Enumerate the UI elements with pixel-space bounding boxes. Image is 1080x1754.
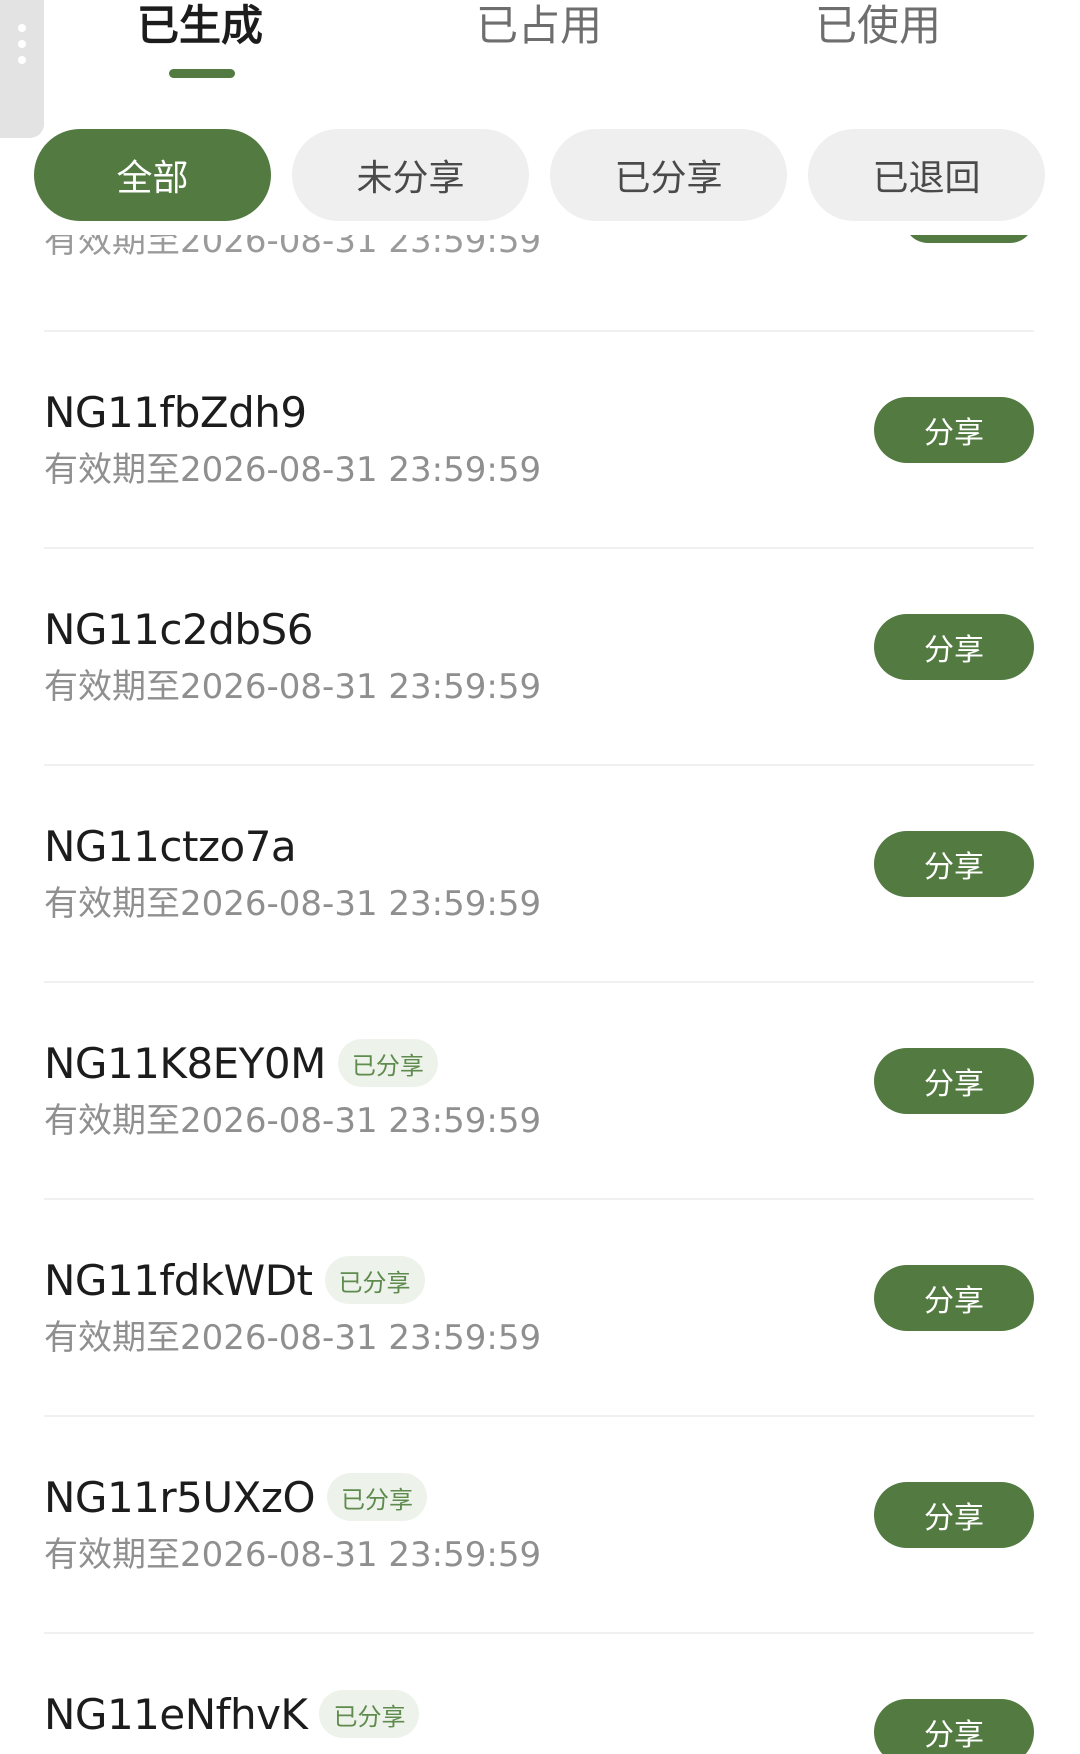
expiry-text: 有效期至2026-08-31 23:59:59 [44, 1535, 542, 1575]
tab-used[interactable]: 已使用 [758, 0, 998, 52]
share-button[interactable]: 分享 [874, 397, 1034, 463]
expiry-text: 有效期至2026-08-31 23:59:59 [44, 450, 542, 490]
code-line: NG11eNfhvK 已分享 [44, 1686, 420, 1742]
share-button[interactable] [904, 235, 1034, 243]
tab-generated[interactable]: 已生成 [80, 0, 320, 52]
divider [44, 1198, 1034, 1200]
shared-status-badge: 已分享 [324, 1256, 425, 1304]
coupon-code: NG11eNfhvK [44, 1689, 308, 1739]
divider [44, 981, 1034, 983]
divider [44, 547, 1034, 549]
expiry-text: 有效期至2026-08-31 23:59:59 [44, 1318, 542, 1358]
expiry-text: 有效期至2026-08-31 23:59:59 [44, 884, 542, 924]
active-tab-indicator [169, 69, 235, 78]
share-button[interactable]: 分享 [874, 1482, 1034, 1548]
code-line: NG11ctzo7a [44, 818, 297, 874]
filter-chips: 全部 未分享 已分享 已退回 [0, 129, 1080, 221]
share-button[interactable]: 分享 [874, 1048, 1034, 1114]
expiry-text: 有效期至2026-08-31 23:59:59 [44, 1101, 542, 1141]
code-line: NG11r5UXzO 已分享 [44, 1469, 428, 1525]
list-item: NG11r5UXzO 已分享 有效期至2026-08-31 23:59:59 分… [44, 1469, 1034, 1685]
list-item: NG11ctzo7a 有效期至2026-08-31 23:59:59 分享 [44, 818, 1034, 1034]
expiry-text: 有效期至2026-08-31 23:59:59 [44, 667, 542, 707]
list-item: NG11fdkWDt 已分享 有效期至2026-08-31 23:59:59 分… [44, 1252, 1034, 1468]
shared-status-badge: 已分享 [319, 1690, 420, 1738]
filter-shared[interactable]: 已分享 [550, 129, 787, 221]
coupon-code: NG11fbZdh9 [44, 387, 307, 437]
coupon-code: NG11fdkWDt [44, 1255, 313, 1305]
share-button[interactable]: 分享 [874, 831, 1034, 897]
coupon-code: NG11K8EY0M [44, 1038, 326, 1088]
list-item: NG11fbZdh9 有效期至2026-08-31 23:59:59 分享 [44, 384, 1034, 600]
list-item-partial: 有效期至2026-08-31 23:59:59 [44, 235, 1034, 330]
filter-all[interactable]: 全部 [34, 129, 271, 221]
more-dots-icon [18, 24, 26, 32]
divider [44, 1415, 1034, 1417]
share-button[interactable]: 分享 [874, 614, 1034, 680]
side-drawer-handle[interactable] [0, 0, 44, 138]
code-line: NG11fdkWDt 已分享 [44, 1252, 425, 1308]
shared-status-badge: 已分享 [327, 1473, 428, 1521]
code-line: NG11c2dbS6 [44, 601, 313, 657]
expiry-text: 有效期至2026-08-31 23:59:59 [44, 235, 542, 261]
code-line: NG11fbZdh9 [44, 384, 307, 440]
list-item: NG11c2dbS6 有效期至2026-08-31 23:59:59 分享 [44, 601, 1034, 817]
filter-unshared[interactable]: 未分享 [292, 129, 529, 221]
list-item: NG11K8EY0M 已分享 有效期至2026-08-31 23:59:59 分… [44, 1035, 1034, 1251]
code-line: NG11K8EY0M 已分享 [44, 1035, 438, 1091]
share-button[interactable]: 分享 [874, 1699, 1034, 1754]
coupon-code: NG11ctzo7a [44, 821, 297, 871]
more-dots-icon [18, 56, 26, 64]
list-item: NG11eNfhvK 已分享 分享 [44, 1686, 1034, 1754]
tab-occupied[interactable]: 已占用 [419, 0, 659, 52]
shared-status-badge: 已分享 [337, 1039, 438, 1087]
share-button[interactable]: 分享 [874, 1265, 1034, 1331]
divider [44, 764, 1034, 766]
status-tabs: 已生成 已占用 已使用 [0, 0, 1080, 100]
coupon-list: 有效期至2026-08-31 23:59:59 NG11fbZdh9 有效期至2… [0, 0, 1080, 1754]
more-dots-icon [18, 40, 26, 48]
filter-returned[interactable]: 已退回 [808, 129, 1045, 221]
coupon-code: NG11c2dbS6 [44, 604, 313, 654]
coupon-code: NG11r5UXzO [44, 1472, 316, 1522]
divider [44, 1632, 1034, 1634]
divider [44, 330, 1034, 332]
